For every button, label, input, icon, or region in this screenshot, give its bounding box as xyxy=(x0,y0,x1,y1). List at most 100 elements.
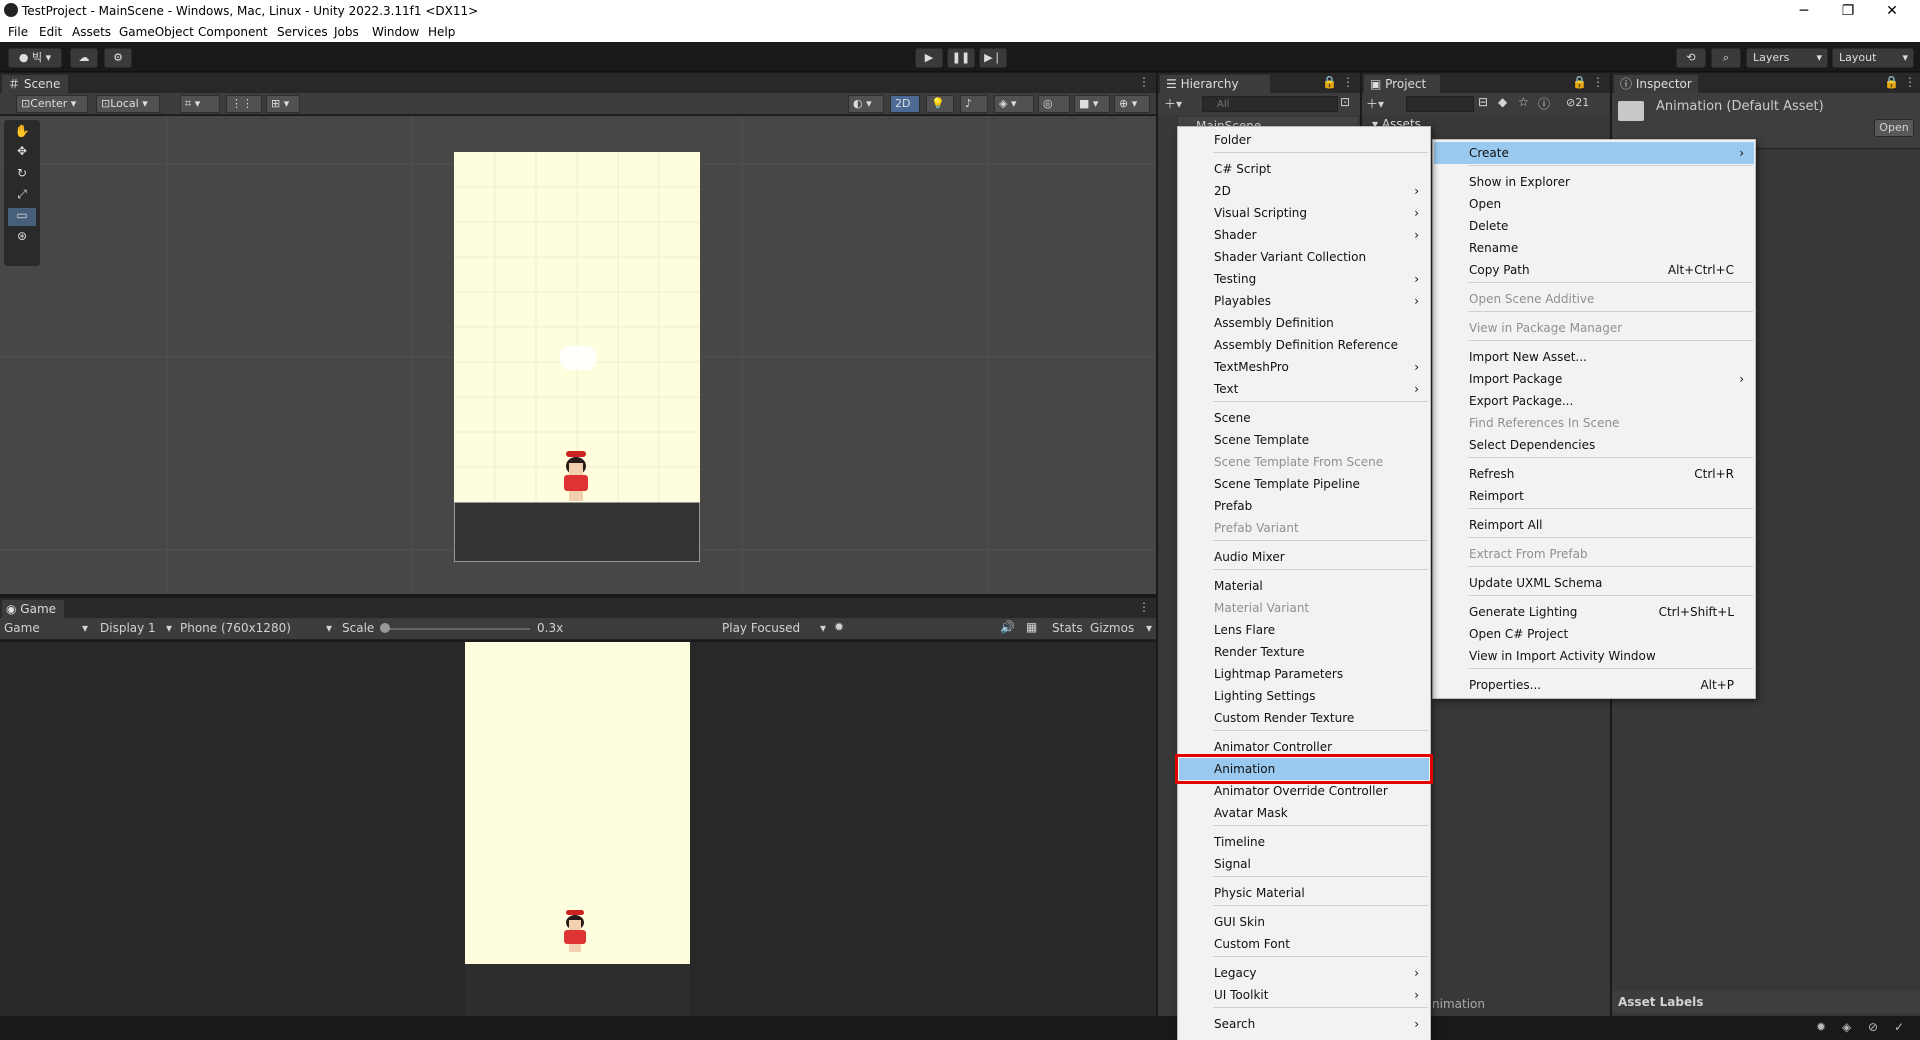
lighting-icon[interactable]: 💡 xyxy=(926,95,954,113)
project-search-input[interactable] xyxy=(1406,96,1474,112)
maximize-button[interactable]: ❐ xyxy=(1826,0,1870,22)
scale-slider-handle[interactable] xyxy=(380,623,390,633)
close-button[interactable]: ✕ xyxy=(1870,0,1914,22)
account-button[interactable]: ● 빅 ▾ xyxy=(8,48,62,68)
ctx-menu-rename[interactable]: Rename xyxy=(1434,237,1754,259)
create-menu-scene-template[interactable]: Scene Template xyxy=(1179,429,1429,451)
camera-icon[interactable]: ■ ▾ xyxy=(1074,95,1110,113)
lock-icon[interactable]: 🔒 xyxy=(1884,75,1899,89)
create-menu-lighting-settings[interactable]: Lighting Settings xyxy=(1179,685,1429,707)
increment-snap-icon[interactable]: ⊞ ▾ xyxy=(266,95,300,113)
add-icon[interactable]: ＋▾ xyxy=(1164,95,1182,112)
lock-icon[interactable]: 🔒 xyxy=(1322,75,1337,89)
more-icon[interactable]: ⋮ xyxy=(1138,75,1150,89)
2d-toggle[interactable]: 2D xyxy=(890,95,920,113)
ctx-menu-open-c-project[interactable]: Open C# Project xyxy=(1434,623,1754,645)
create-menu-brush[interactable]: Brush xyxy=(1179,1035,1429,1040)
create-menu-gui-skin[interactable]: GUI Skin xyxy=(1179,911,1429,933)
history-icon[interactable]: ⟲ xyxy=(1676,48,1706,68)
create-menu-animator-override-controller[interactable]: Animator Override Controller xyxy=(1179,780,1429,802)
ctx-menu-export-package[interactable]: Export Package... xyxy=(1434,390,1754,412)
pause-button[interactable]: ❚❚ xyxy=(947,48,975,68)
space-dropdown[interactable]: ⊡Local ▾ xyxy=(96,95,160,113)
menu-services[interactable]: Services xyxy=(277,25,328,39)
menu-jobs[interactable]: Jobs xyxy=(334,25,359,39)
create-menu-prefab[interactable]: Prefab xyxy=(1179,495,1429,517)
rect-tool-icon[interactable]: ▭ xyxy=(8,208,36,226)
check-icon[interactable]: ✓ xyxy=(1894,1020,1904,1034)
audio-icon[interactable]: ♪ xyxy=(960,95,988,113)
create-menu-render-texture[interactable]: Render Texture xyxy=(1179,641,1429,663)
create-menu-animation[interactable]: Animation xyxy=(1175,754,1433,784)
play-focused-dropdown[interactable]: Play Focused ▾ xyxy=(722,621,826,635)
search-icon[interactable]: ⌕ xyxy=(1711,48,1741,68)
create-menu-animator-controller[interactable]: Animator Controller xyxy=(1179,736,1429,758)
progress-icon[interactable]: ⊘ xyxy=(1868,1020,1878,1034)
create-menu-scene[interactable]: Scene xyxy=(1179,407,1429,429)
display-dropdown[interactable]: Display 1 ▾ xyxy=(100,621,172,635)
create-menu-2d[interactable]: 2D › xyxy=(1179,180,1429,202)
play-button[interactable]: ▶ xyxy=(915,48,943,68)
create-menu-assembly-definition[interactable]: Assembly Definition xyxy=(1179,312,1429,334)
ctx-menu-open-scene-additive[interactable]: Open Scene Additive xyxy=(1434,288,1754,310)
create-menu-timeline[interactable]: Timeline xyxy=(1179,831,1429,853)
scale-tool-icon[interactable]: ⤢ xyxy=(8,187,36,205)
grid-snap-icon[interactable]: ⌗ ▾ xyxy=(180,95,220,113)
hierarchy-search-input[interactable] xyxy=(1202,96,1338,112)
layers-status-icon[interactable]: ◈ xyxy=(1842,1020,1851,1034)
create-menu-material[interactable]: Material xyxy=(1179,575,1429,597)
create-menu-custom-font[interactable]: Custom Font xyxy=(1179,933,1429,955)
create-menu-shader-variant-collection[interactable]: Shader Variant Collection xyxy=(1179,246,1429,268)
cloud-icon[interactable]: ☁ xyxy=(70,48,98,68)
ctx-menu-open[interactable]: Open xyxy=(1434,193,1754,215)
create-menu-text[interactable]: Text › xyxy=(1179,378,1429,400)
rotate-tool-icon[interactable]: ↻ xyxy=(8,166,36,184)
create-menu-textmeshpro[interactable]: TextMeshPro › xyxy=(1179,356,1429,378)
create-menu-scene-template-from-scene[interactable]: Scene Template From Scene xyxy=(1179,451,1429,473)
character-sprite[interactable] xyxy=(556,451,596,503)
effects-icon[interactable]: ◈ ▾ xyxy=(994,95,1034,113)
more-icon[interactable]: ⋮ xyxy=(1342,75,1354,89)
create-menu-audio-mixer[interactable]: Audio Mixer xyxy=(1179,546,1429,568)
info-icon[interactable]: ⓘ xyxy=(1538,95,1550,112)
create-menu-c-script[interactable]: C# Script xyxy=(1179,158,1429,180)
ctx-menu-create[interactable]: Create › xyxy=(1434,142,1754,164)
resolution-dropdown[interactable]: Phone (760x1280) ▾ xyxy=(180,621,332,635)
stats-button[interactable]: Stats xyxy=(1052,621,1083,635)
create-menu-playables[interactable]: Playables › xyxy=(1179,290,1429,312)
create-menu-scene-template-pipeline[interactable]: Scene Template Pipeline xyxy=(1179,473,1429,495)
tab-project[interactable]: ▣ Project xyxy=(1364,75,1440,93)
collab-icon[interactable]: ⚙ xyxy=(104,48,132,68)
more-icon[interactable]: ⋮ xyxy=(1904,75,1916,89)
ctx-menu-find-references-in-scene[interactable]: Find References In Scene xyxy=(1434,412,1754,434)
ctx-menu-view-in-import-activity-window[interactable]: View in Import Activity Window xyxy=(1434,645,1754,667)
create-menu-custom-render-texture[interactable]: Custom Render Texture xyxy=(1179,707,1429,729)
hidden-objects-icon[interactable]: ◎ xyxy=(1038,95,1070,113)
create-menu-material-variant[interactable]: Material Variant xyxy=(1179,597,1429,619)
transform-tool-icon[interactable]: ⊛ xyxy=(8,229,36,247)
open-button[interactable]: Open xyxy=(1874,119,1914,137)
minimize-button[interactable]: ─ xyxy=(1782,0,1826,22)
gizmos-dropdown[interactable]: Gizmos ▾ xyxy=(1090,621,1152,635)
game-view[interactable] xyxy=(0,642,1156,1016)
menu-gameobject[interactable]: GameObject xyxy=(119,25,194,39)
step-button[interactable]: ▶❘ xyxy=(979,48,1007,68)
ctx-menu-refresh[interactable]: Refresh Ctrl+R xyxy=(1434,463,1754,485)
grid-icon[interactable]: ⋮⋮ ▾ xyxy=(226,95,262,126)
create-menu-lens-flare[interactable]: Lens Flare xyxy=(1179,619,1429,641)
menu-file[interactable]: File xyxy=(8,25,28,39)
ctx-menu-reimport[interactable]: Reimport xyxy=(1434,485,1754,507)
menu-help[interactable]: Help xyxy=(428,25,455,39)
lock-icon[interactable]: 🔒 xyxy=(1572,75,1587,89)
scene-visibility-icon[interactable]: ⊡ xyxy=(1340,95,1350,109)
create-menu-folder[interactable]: Folder xyxy=(1179,129,1429,151)
move-tool-icon[interactable]: ✥ xyxy=(8,144,36,162)
debug-icon[interactable]: ✹ xyxy=(1816,1020,1826,1034)
create-menu-ui-toolkit[interactable]: UI Toolkit › xyxy=(1179,984,1429,1006)
menu-component[interactable]: Component xyxy=(198,25,268,39)
tab-game[interactable]: ◉ Game xyxy=(2,600,64,618)
menu-window[interactable]: Window xyxy=(372,25,419,39)
menu-edit[interactable]: Edit xyxy=(39,25,62,39)
ctx-menu-update-uxml-schema[interactable]: Update UXML Schema xyxy=(1434,572,1754,594)
ctx-menu-delete[interactable]: Delete xyxy=(1434,215,1754,237)
